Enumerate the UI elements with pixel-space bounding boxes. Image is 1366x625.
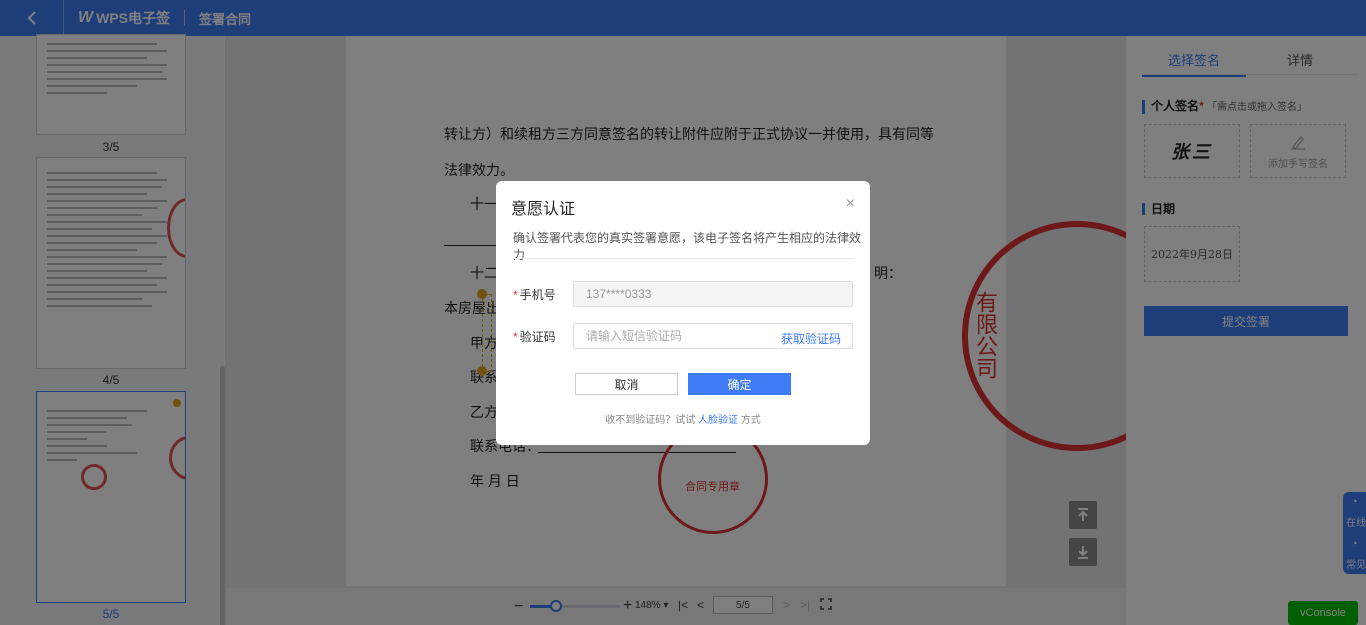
face-verification-link[interactable]: 人脸验证 bbox=[698, 415, 738, 426]
verification-code-field: 获取验证码 bbox=[573, 323, 853, 349]
dialog-footer: 收不到验证码？试试 人脸验证 方式 bbox=[605, 415, 761, 426]
dialog-title: 意愿认证 bbox=[511, 201, 576, 218]
phone-label: * 手机号 bbox=[513, 288, 556, 302]
cancel-button[interactable]: 取消 bbox=[575, 373, 678, 395]
verification-code-input[interactable] bbox=[586, 329, 776, 343]
phone-field: 137****0333 bbox=[573, 281, 853, 307]
intent-verification-dialog: 意愿认证 × 确认签署代表您的真实签署意愿，该电子签名将产生相应的法律效力 * 手… bbox=[496, 181, 870, 445]
close-icon[interactable]: × bbox=[846, 195, 855, 213]
get-code-button[interactable]: 获取验证码 bbox=[781, 330, 841, 347]
confirm-button[interactable]: 确定 bbox=[688, 373, 791, 395]
code-label: * 验证码 bbox=[513, 330, 556, 344]
divider bbox=[513, 258, 853, 259]
